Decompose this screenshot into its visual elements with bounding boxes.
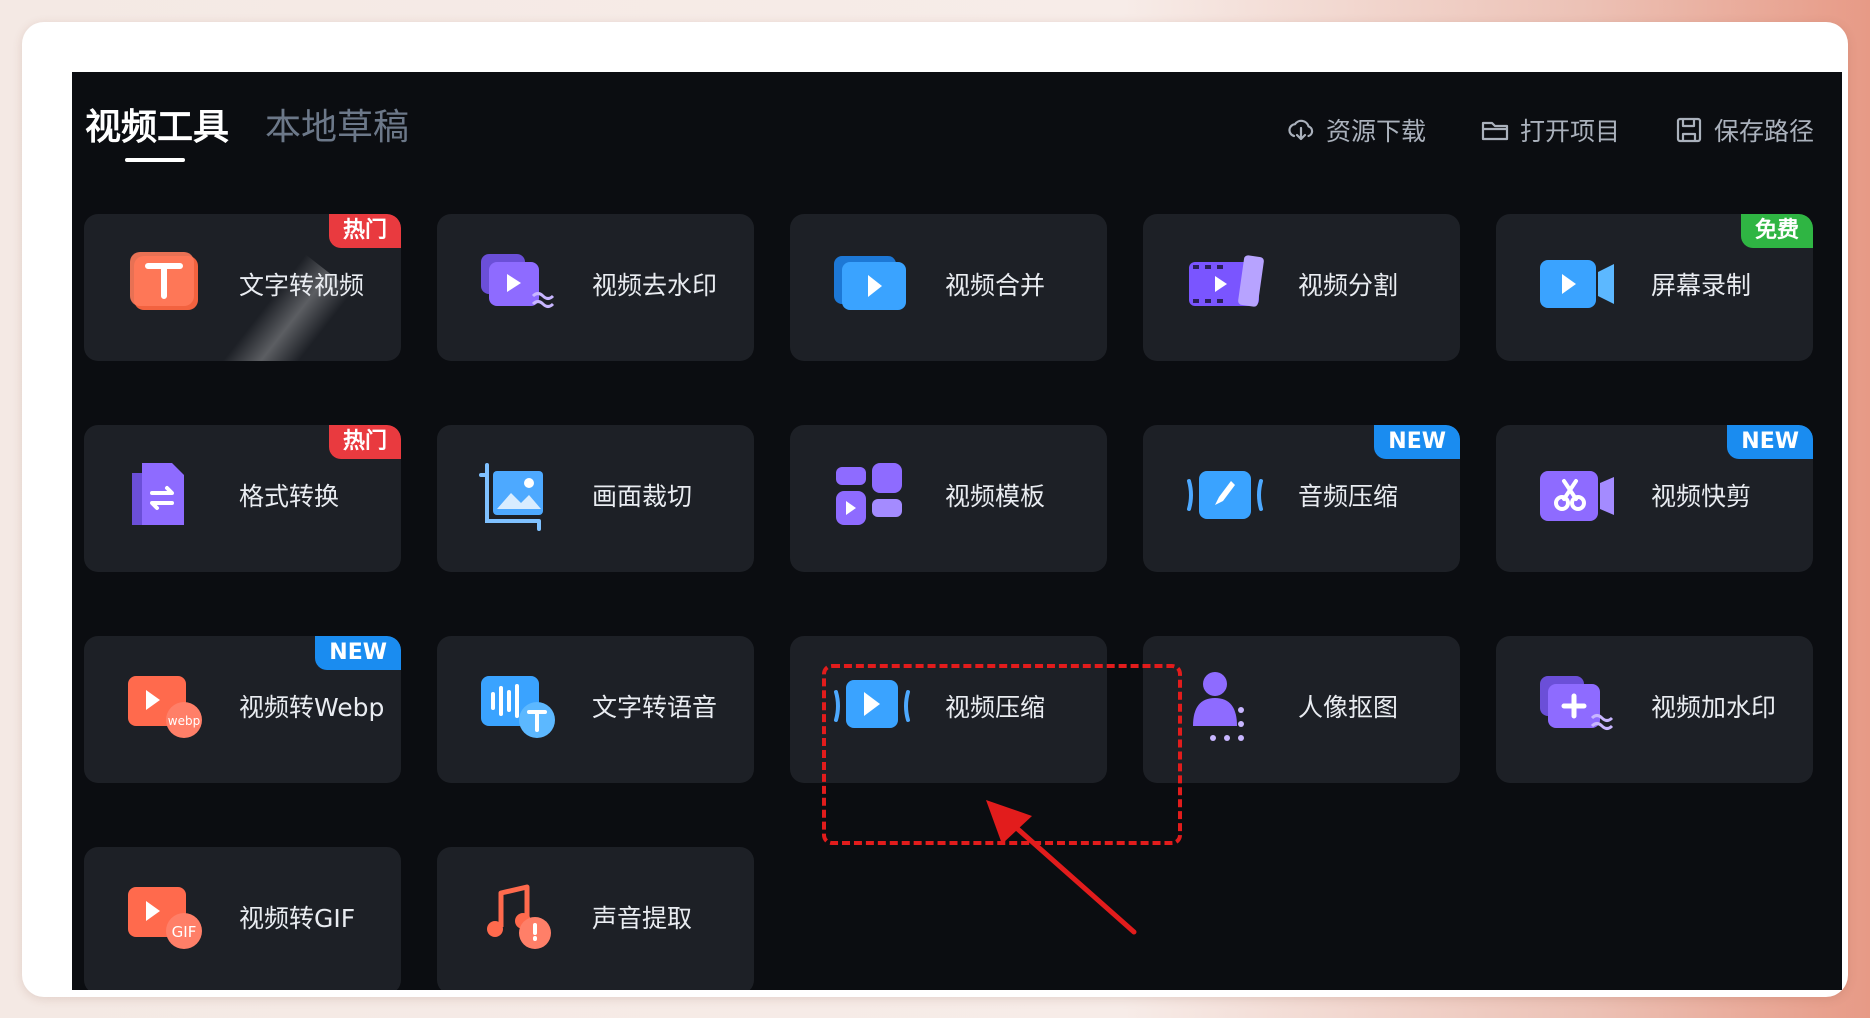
merge-video-icon: [834, 256, 906, 310]
format-convert-icon: [132, 463, 184, 525]
video-to-webp-icon: webp: [128, 676, 202, 738]
tool-card-video-to-webp[interactable]: webp 视频转Webp NEW: [84, 636, 401, 783]
tool-label: 音频压缩: [1298, 482, 1399, 511]
tool-label: 视频分割: [1298, 271, 1399, 300]
audio-compress-icon: [1187, 471, 1263, 519]
open-project-button[interactable]: 打开项目: [1480, 112, 1620, 148]
split-video-icon: [1189, 255, 1264, 307]
text-to-video-icon: [130, 252, 198, 310]
tool-card-crop-image[interactable]: 画面裁切: [437, 425, 754, 572]
resource-download-label: 资源下载: [1325, 117, 1426, 146]
new-badge: NEW: [1374, 425, 1460, 459]
tab-video-tools[interactable]: 视频工具: [85, 106, 229, 162]
open-project-label: 打开项目: [1519, 117, 1620, 146]
tool-label: 视频转Webp: [239, 693, 385, 722]
tool-label: 视频去水印: [592, 271, 718, 300]
portrait-cutout-icon: [1193, 672, 1244, 741]
tool-card-portrait-cutout[interactable]: 人像抠图: [1143, 636, 1460, 783]
tool-label: 视频转GIF: [239, 904, 356, 933]
save-path-button[interactable]: 保存路径: [1674, 112, 1814, 148]
tool-label: 视频快剪: [1651, 482, 1752, 511]
tool-grid: 文字转视频 热门 视频去水印 视频合并 视频分割 屏幕录制 免费 格式转换 热门…: [84, 214, 1814, 990]
resource-download-button[interactable]: 资源下载: [1286, 112, 1426, 148]
new-badge: NEW: [1727, 425, 1813, 459]
tool-label: 文字转视频: [239, 271, 365, 300]
tool-label: 视频加水印: [1651, 693, 1777, 722]
annotation-arrow-icon: [986, 800, 1137, 935]
tool-card-merge-video[interactable]: 视频合并: [790, 214, 1107, 361]
tool-card-text-to-speech[interactable]: 文字转语音: [437, 636, 754, 783]
tool-card-audio-compress[interactable]: 音频压缩 NEW: [1143, 425, 1460, 572]
tool-label: 人像抠图: [1298, 693, 1399, 722]
tool-card-format-convert[interactable]: 格式转换 热门: [84, 425, 401, 572]
tool-label: 文字转语音: [592, 693, 718, 722]
free-badge: 免费: [1740, 214, 1813, 248]
screen-record-icon: [1540, 260, 1614, 308]
tool-label: 视频合并: [945, 271, 1046, 300]
tool-card-audio-extract[interactable]: 声音提取: [437, 847, 754, 990]
crop-image-icon: [479, 463, 543, 531]
add-watermark-icon: [1540, 676, 1614, 730]
svg-text:webp: webp: [168, 714, 200, 728]
tool-card-template[interactable]: 视频模板: [790, 425, 1107, 572]
tool-card-remove-watermark[interactable]: 视频去水印: [437, 214, 754, 361]
tool-label: 声音提取: [592, 904, 693, 933]
svg-text:GIF: GIF: [172, 923, 197, 941]
tab-local-drafts[interactable]: 本地草稿: [265, 106, 409, 150]
tab-bar: 视频工具 本地草稿: [85, 106, 409, 162]
template-icon: [836, 463, 902, 525]
audio-extract-icon: [487, 884, 551, 949]
tool-card-video-to-gif[interactable]: GIF 视频转GIF: [84, 847, 401, 990]
tool-card-text-to-video[interactable]: 文字转视频 热门: [84, 214, 401, 361]
new-badge: NEW: [315, 636, 401, 670]
tool-label: 格式转换: [239, 482, 340, 511]
video-to-gif-icon: GIF: [128, 887, 202, 949]
hot-badge: 热门: [328, 214, 401, 248]
tool-card-add-watermark[interactable]: 视频加水印: [1496, 636, 1813, 783]
folder-open-icon: [1481, 121, 1509, 141]
screenshot-frame: 视频工具 本地草稿 资源下载 打开项目 保存路径 文字转视频 热门 视频去水印 …: [22, 22, 1848, 997]
tool-card-split-video[interactable]: 视频分割: [1143, 214, 1460, 361]
save-path-label: 保存路径: [1713, 117, 1814, 146]
hot-badge: 热门: [328, 425, 401, 459]
tool-label: 视频模板: [945, 482, 1046, 511]
quick-cut-icon: [1540, 471, 1614, 521]
header-actions: 资源下载 打开项目 保存路径: [1286, 112, 1814, 148]
video-tools-window: 视频工具 本地草稿 资源下载 打开项目 保存路径 文字转视频 热门 视频去水印 …: [72, 72, 1842, 990]
download-cloud-icon: [1288, 119, 1314, 141]
tool-card-screen-record[interactable]: 屏幕录制 免费: [1496, 214, 1813, 361]
save-disk-icon: [1676, 117, 1702, 143]
tool-card-quick-cut[interactable]: 视频快剪 NEW: [1496, 425, 1813, 572]
remove-watermark-icon: [481, 254, 555, 308]
tool-label: 屏幕录制: [1651, 271, 1752, 300]
text-to-speech-icon: [481, 676, 555, 738]
tool-label: 画面裁切: [592, 482, 693, 511]
